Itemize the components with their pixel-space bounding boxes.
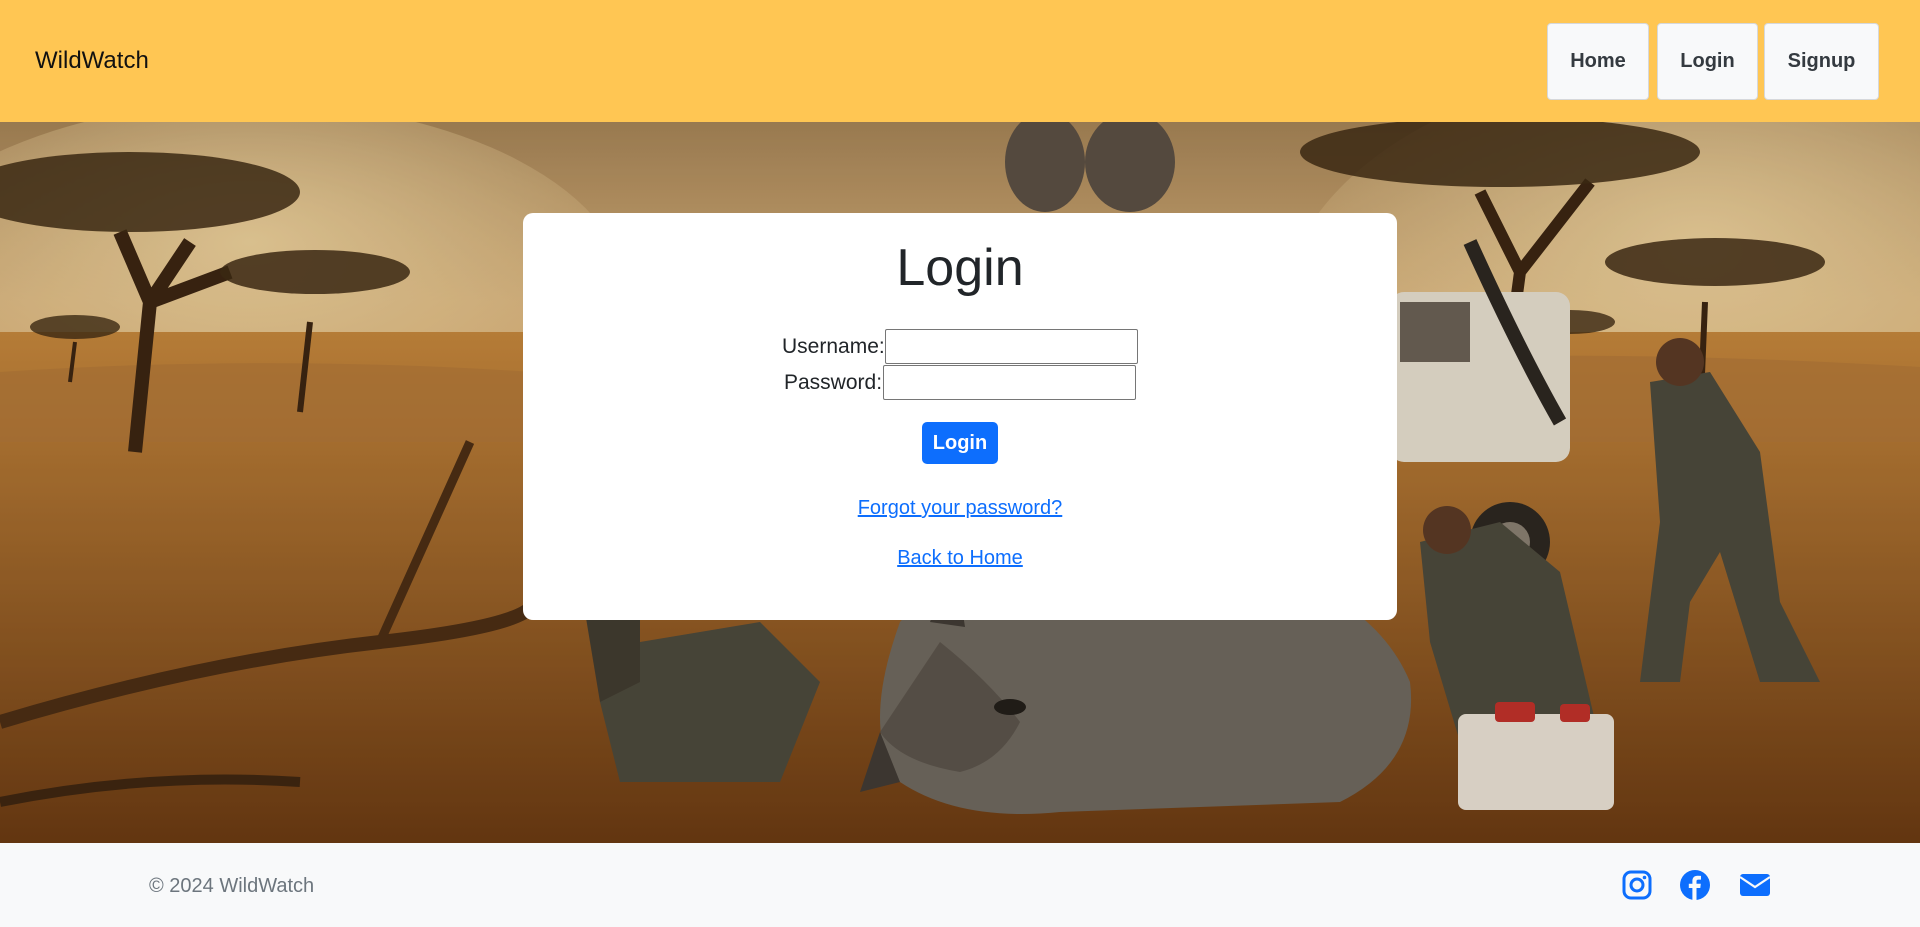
username-label: Username:: [782, 335, 885, 358]
facebook-icon[interactable]: [1679, 869, 1711, 901]
nav-signup-button[interactable]: Signup: [1764, 23, 1879, 100]
copyright-text: © 2024 WildWatch: [149, 875, 315, 897]
login-card: Login Username: Password: Login Forgot y…: [523, 213, 1397, 620]
instagram-icon[interactable]: [1621, 869, 1653, 901]
brand-logo-link[interactable]: WildWatch: [35, 47, 149, 75]
password-label: Password:: [784, 371, 883, 394]
login-title: Login: [896, 239, 1024, 297]
nav-login-button[interactable]: Login: [1657, 23, 1758, 100]
nav-home-button[interactable]: Home: [1547, 23, 1649, 100]
login-submit-button[interactable]: Login: [922, 422, 998, 464]
username-input[interactable]: [885, 329, 1138, 364]
password-input[interactable]: [883, 365, 1136, 400]
envelope-icon[interactable]: [1739, 869, 1771, 901]
page-footer: © 2024 WildWatch: [0, 843, 1920, 927]
top-navbar: WildWatch Home Login Signup: [0, 0, 1920, 122]
forgot-password-link[interactable]: Forgot your password?: [523, 497, 1397, 520]
back-to-home-link[interactable]: Back to Home: [523, 547, 1397, 570]
